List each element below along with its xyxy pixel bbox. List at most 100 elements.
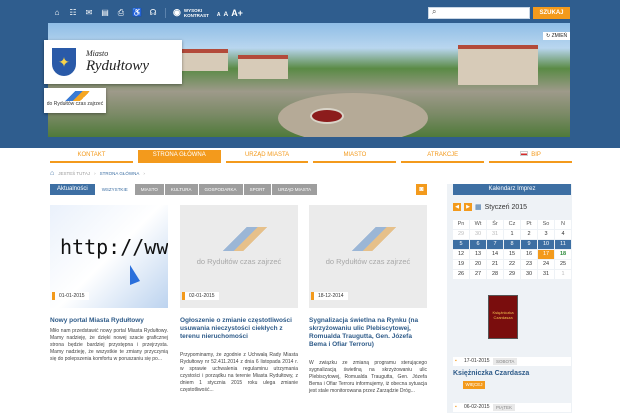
news-title[interactable]: Nowy portal Miasta Rydułtowy: [50, 317, 168, 325]
mail-icon[interactable]: ✉: [82, 7, 96, 19]
search-icon: ⌕: [432, 7, 437, 16]
calendar-day[interactable]: 30: [521, 270, 537, 279]
search-button[interactable]: SZUKAJ: [533, 7, 570, 19]
news-date: 18-12-2014: [311, 292, 348, 300]
news-title[interactable]: Sygnalizacja świetlna na Rynku (na skrzy…: [309, 317, 427, 349]
calendar-day[interactable]: 24: [538, 260, 554, 269]
calendar-day[interactable]: 5: [453, 240, 469, 249]
mountain-logo-icon: [339, 227, 397, 251]
weekday: Śr: [487, 220, 503, 229]
next-month-icon[interactable]: ▶: [464, 203, 472, 211]
calendar-week: 5 6 7 8 9 10 11: [453, 240, 571, 249]
logo-name: Rydułtowy: [86, 58, 150, 74]
calendar-day[interactable]: 9: [521, 240, 537, 249]
weekday: Wt: [470, 220, 486, 229]
calendar-day[interactable]: 15: [504, 250, 520, 259]
calendar-day[interactable]: 4: [555, 230, 571, 239]
nav-city-office[interactable]: URZĄD MIASTA: [225, 150, 309, 163]
calendar-day[interactable]: 11: [555, 240, 571, 249]
event-weekday: SOBOTA: [493, 358, 518, 365]
print-icon[interactable]: ⎙: [114, 7, 128, 19]
search-input[interactable]: [428, 7, 530, 19]
hearing-icon[interactable]: ☊: [146, 7, 160, 19]
calendar-day[interactable]: 8: [504, 240, 520, 249]
tab-city-office[interactable]: URZĄD MIASTA: [271, 184, 318, 195]
slogan-badge[interactable]: do Rydułtów czas zajrzeć: [44, 88, 106, 113]
contrast-toggle[interactable]: ◉ WYSOKI KONTRAST: [173, 8, 209, 18]
contrast-line2: KONTRAST: [183, 12, 209, 18]
event-title[interactable]: Księżniczka Czardasza: [453, 370, 529, 377]
calendar-day[interactable]: 25: [555, 260, 571, 269]
main-nav: KONTAKT STRONA GŁÓWNA URZĄD MIASTA MIAST…: [50, 150, 572, 163]
rss-icon[interactable]: ◙: [416, 184, 427, 195]
wheelchair-icon[interactable]: ♿: [130, 7, 144, 19]
toolbar-divider: [165, 7, 166, 18]
sitemap-icon[interactable]: ☷: [66, 7, 80, 19]
news-date: 01-01-2015: [52, 292, 89, 300]
hero-fountain: [310, 108, 344, 124]
calendar-day[interactable]: 13: [470, 250, 486, 259]
calendar-day[interactable]: 14: [487, 250, 503, 259]
site-logo[interactable]: ✦ Miasto Rydułtowy: [44, 40, 182, 84]
calendar-day-event[interactable]: 18: [555, 250, 571, 259]
calendar-day: 31: [487, 230, 503, 239]
calendar-day[interactable]: 22: [504, 260, 520, 269]
event-date-row: ▪ 06-02-2015 PIĄTEK: [453, 403, 571, 412]
tab-sport[interactable]: SPORT: [243, 184, 271, 195]
more-button[interactable]: WIĘCEJ: [463, 381, 485, 389]
tab-all[interactable]: WSZYSTKIE: [95, 184, 134, 195]
nav-attractions[interactable]: ATRAKCJE: [401, 150, 485, 163]
nav-home[interactable]: STRONA GŁÓWNA: [137, 150, 221, 163]
calendar-day[interactable]: 29: [504, 270, 520, 279]
calendar-day[interactable]: 20: [470, 260, 486, 269]
tab-economy[interactable]: GOSPODARKA: [198, 184, 243, 195]
nav-bip[interactable]: BIP: [489, 150, 572, 163]
calendar-day[interactable]: 31: [538, 270, 554, 279]
news-tabs: Aktualności WSZYSTKIE MIASTO KULTURA GOS…: [50, 184, 318, 195]
document-icon[interactable]: ▤: [98, 7, 112, 19]
calendar-day[interactable]: 10: [538, 240, 554, 249]
hero-building: [238, 55, 288, 79]
calendar-day[interactable]: 23: [521, 260, 537, 269]
calendar-day-today[interactable]: 17: [538, 250, 554, 259]
calendar-day[interactable]: 2: [521, 230, 537, 239]
calendar-day[interactable]: 27: [470, 270, 486, 279]
calendar-day[interactable]: 26: [453, 270, 469, 279]
home-icon[interactable]: ⌂: [50, 170, 54, 177]
calendar-header[interactable]: Kalendarz Imprez: [453, 184, 571, 195]
calendar-day[interactable]: 6: [470, 240, 486, 249]
logo-text: Miasto Rydułtowy: [86, 49, 149, 75]
news-body: Miło nam przedstawić nowy portal Miasta …: [50, 328, 168, 362]
weekday: Pn: [453, 220, 469, 229]
font-small-button[interactable]: A: [217, 12, 221, 18]
calendar-week: 19 20 21 22 23 24 25: [453, 260, 571, 269]
calendar-day[interactable]: 1: [504, 230, 520, 239]
calendar-day[interactable]: 21: [487, 260, 503, 269]
calendar-day[interactable]: 12: [453, 250, 469, 259]
calendar-week: 29 30 31 1 2 3 4: [453, 230, 571, 239]
news-title[interactable]: Ogłoszenie o zmianie częstotliwości usuw…: [180, 317, 298, 341]
font-medium-button[interactable]: A: [223, 11, 228, 18]
calendar-day: 1: [555, 270, 571, 279]
calendar-day[interactable]: 28: [487, 270, 503, 279]
tab-culture[interactable]: KULTURA: [164, 184, 198, 195]
calendar-day[interactable]: 3: [538, 230, 554, 239]
slogan-text: do Rydułtów czas zajrzeć: [46, 101, 104, 107]
font-large-button[interactable]: A+: [231, 8, 243, 18]
prev-month-icon[interactable]: ◀: [453, 203, 461, 211]
hero-plaza: [278, 93, 428, 137]
nav-city[interactable]: MIASTO: [313, 150, 397, 163]
home-icon[interactable]: ⌂: [50, 7, 64, 19]
calendar-small-icon: ▪: [455, 358, 457, 364]
calendar-day[interactable]: 7: [487, 240, 503, 249]
nav-contact[interactable]: KONTAKT: [50, 150, 133, 163]
news-image-text: http://www.: [60, 235, 168, 259]
calendar-icon: ▦: [475, 204, 482, 211]
calendar-day[interactable]: 16: [521, 250, 537, 259]
tab-city[interactable]: MIASTO: [134, 184, 164, 195]
event-poster[interactable]: Księżniczka Czardasza: [488, 295, 518, 339]
calendar-day[interactable]: 19: [453, 260, 469, 269]
change-photo-button[interactable]: ↻ ZMIEŃ: [543, 32, 571, 40]
breadcrumb-current[interactable]: STRONA GŁÓWNA: [100, 171, 140, 176]
logo-top: Miasto: [86, 49, 109, 58]
